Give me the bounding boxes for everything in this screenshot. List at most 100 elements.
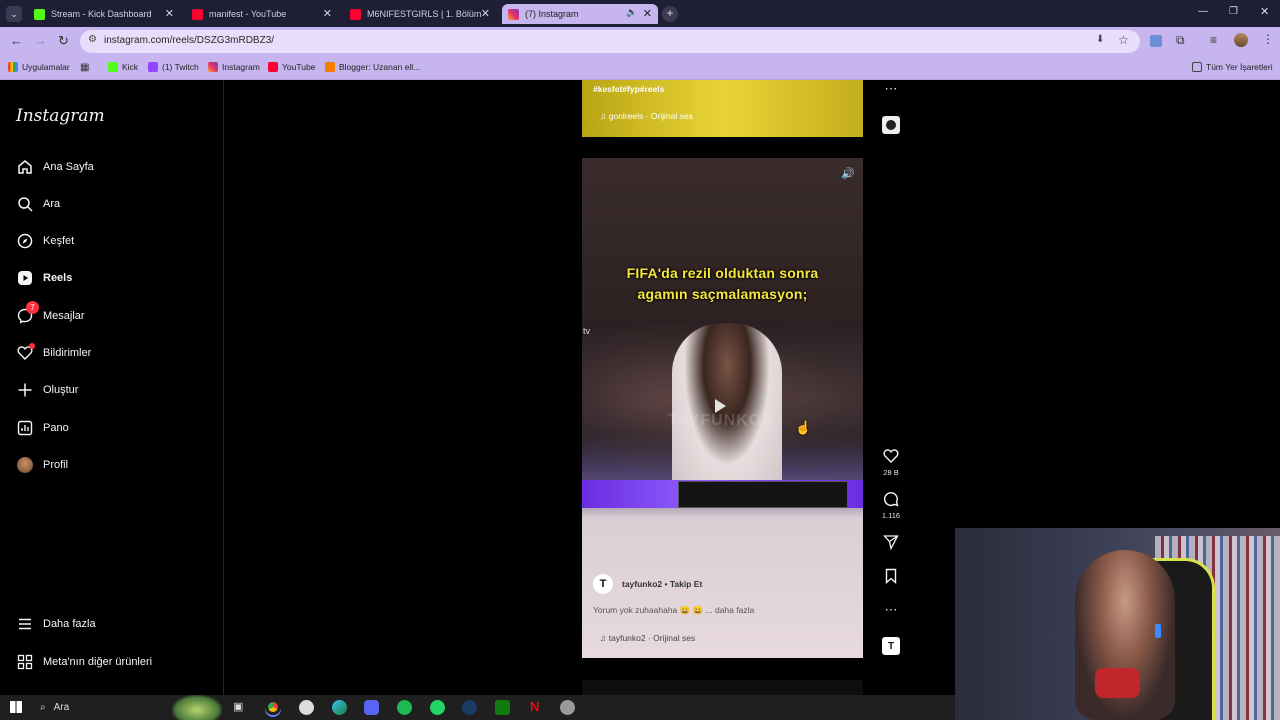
search-highlight-image[interactable] — [172, 695, 222, 720]
hand-cursor-icon: ☝ — [795, 420, 812, 435]
obs-icon[interactable] — [299, 700, 314, 715]
sidebar-item-label: Ana Sayfa — [43, 161, 94, 173]
close-icon[interactable]: ✕ — [165, 7, 174, 20]
tab-youtube-episode[interactable]: M6NIFESTGIRLS | 1. Bölüm - Y ✕ — [344, 4, 496, 24]
settings-icon[interactable] — [560, 700, 575, 715]
grid-icon[interactable]: ▦ — [80, 62, 89, 73]
like-button[interactable] — [882, 447, 900, 465]
sidebar-item-label: Profil — [43, 459, 69, 471]
share-button[interactable] — [882, 533, 900, 551]
sidebar-item-messages[interactable]: 7 Mesajlar — [16, 301, 85, 325]
new-tab-button[interactable]: + — [662, 6, 678, 22]
sidebar-item-dashboard[interactable]: Pano — [16, 419, 69, 437]
bookmark-apps[interactable]: Uygulamalar — [8, 62, 70, 72]
close-icon[interactable]: ✕ — [481, 7, 490, 20]
sidebar-item-label: Reels — [43, 272, 73, 284]
comment-count: 1.116 — [881, 511, 901, 520]
sidebar-item-explore[interactable]: Keşfet — [16, 232, 74, 250]
spotify-icon[interactable] — [397, 700, 412, 715]
chrome-icon[interactable] — [265, 699, 281, 715]
sidebar-item-label: Keşfet — [43, 235, 75, 247]
sidebar-item-create[interactable]: Oluştur — [16, 381, 78, 399]
tab-instagram[interactable]: (7) Instagram 🔈 ✕ — [502, 4, 658, 24]
menu-kebab-icon[interactable]: ⋮ — [1262, 32, 1274, 46]
follow-button[interactable]: Takip Et — [670, 579, 702, 589]
hamburger-icon — [16, 615, 34, 633]
sidebar-item-profile[interactable]: Profil — [16, 456, 68, 474]
bookmark-kick[interactable]: Kick — [108, 62, 138, 72]
minimize-button[interactable]: — — [1198, 6, 1208, 17]
tab-groups-icon[interactable]: ≡ — [1210, 33, 1217, 47]
tab-kick[interactable]: Stream - Kick Dashboard ✕ — [28, 4, 180, 24]
sidebar-item-reels[interactable]: Reels — [16, 269, 72, 287]
close-icon[interactable]: ✕ — [323, 7, 332, 20]
save-button[interactable] — [882, 567, 900, 585]
omnibox[interactable]: ⚙ instagram.com/reels/DSZG3mRDBZ3/ ⬇ ☆ — [80, 30, 1140, 53]
task-view-icon[interactable]: ▣ — [233, 700, 243, 713]
tab-search-button[interactable]: ⌄ — [6, 6, 22, 22]
instagram-sidebar: Instagram Ana Sayfa Ara Keşfet Reels 7 M… — [0, 80, 224, 695]
profile-avatar[interactable] — [1234, 33, 1248, 47]
reel-video[interactable]: FIFA'da rezil olduktan sonra agamın saçm… — [582, 158, 863, 658]
bookmark-twitch[interactable]: (1) Twitch — [148, 62, 199, 72]
audio-thumbnail[interactable]: T — [882, 637, 900, 655]
extensions-icon[interactable]: ⧉ — [1176, 33, 1185, 48]
window-close-button[interactable]: ✕ — [1260, 5, 1269, 18]
bookmark-label: Uygulamalar — [22, 62, 70, 72]
bar-chart-icon — [16, 419, 34, 437]
windows-start-icon[interactable] — [10, 701, 22, 713]
install-app-icon[interactable]: ⬇ — [1096, 34, 1104, 45]
site-info-icon[interactable]: ⚙ — [88, 34, 97, 45]
whatsapp-icon[interactable] — [430, 700, 445, 715]
audio-thumbnail[interactable] — [882, 116, 900, 134]
translate-icon[interactable] — [1150, 35, 1162, 47]
edge-icon[interactable] — [332, 700, 347, 715]
next-reel[interactable] — [582, 680, 863, 695]
bookmark-blogger[interactable]: Blogger: Uzanan ell... — [325, 62, 420, 72]
bookmark-instagram[interactable]: Instagram — [208, 62, 260, 72]
tab-youtube-manifest[interactable]: manifest - YouTube ✕ — [186, 4, 338, 24]
bookmark-label: (1) Twitch — [162, 62, 199, 72]
discord-icon[interactable] — [364, 700, 379, 715]
steam-icon[interactable] — [462, 700, 477, 715]
url-text[interactable]: instagram.com/reels/DSZG3mRDBZ3/ — [104, 35, 274, 46]
reel-description[interactable]: Yorum yok zuhaahaha 😄 😄 ... daha fazla — [593, 605, 754, 616]
sidebar-item-label: Oluştur — [43, 384, 79, 396]
comment-button[interactable] — [882, 490, 900, 508]
reel-audio[interactable]: ♫ gonlreels · Orijinal ses — [600, 111, 693, 121]
notification-dot — [29, 343, 35, 349]
more-options-icon[interactable]: ⋯ — [882, 80, 900, 98]
reel-audio[interactable]: ♫ tayfunko2 · Orijinal ses — [600, 633, 695, 643]
forward-button[interactable]: → — [34, 33, 47, 48]
back-button[interactable]: ← — [10, 33, 23, 48]
speaker-muted-icon[interactable]: 🔈 — [626, 7, 637, 18]
sidebar-item-home[interactable]: Ana Sayfa — [16, 158, 94, 176]
desk-monitor — [678, 481, 848, 508]
close-icon[interactable]: ✕ — [643, 7, 652, 20]
volume-icon[interactable]: 🔊 — [841, 167, 855, 180]
author-username[interactable]: tayfunko2 — [622, 579, 662, 589]
sidebar-item-meta[interactable]: Meta'nın diğer ürünleri — [16, 653, 152, 671]
all-bookmarks[interactable]: Tüm Yer İşaretleri — [1192, 62, 1273, 72]
plus-icon — [16, 381, 34, 399]
netflix-icon[interactable]: N — [530, 699, 539, 714]
like-count: 28 B — [883, 468, 899, 477]
xbox-icon[interactable] — [495, 700, 510, 715]
play-icon[interactable] — [715, 399, 726, 413]
instagram-logo[interactable]: Instagram — [16, 106, 105, 126]
bookmark-youtube[interactable]: YouTube — [268, 62, 315, 72]
webcam-overlay — [955, 528, 1280, 720]
more-options-icon[interactable]: ⋯ — [882, 601, 900, 619]
bookmark-star-icon[interactable]: ☆ — [1118, 33, 1129, 47]
sidebar-item-more[interactable]: Daha fazla — [16, 615, 96, 633]
taskbar-search[interactable]: ⌕ Ara — [34, 698, 164, 717]
tab-title: Stream - Kick Dashboard — [51, 9, 152, 19]
previous-reel[interactable]: #kesfet#fyp#reels ♫ gonlreels · Orijinal… — [582, 80, 863, 137]
reload-button[interactable]: ↻ — [58, 33, 69, 49]
sidebar-item-label: Ara — [43, 198, 61, 210]
reel-hashtags[interactable]: #kesfet#fyp#reels — [593, 84, 664, 94]
author-avatar[interactable]: T — [593, 574, 613, 594]
restore-button[interactable]: ❐ — [1229, 6, 1238, 17]
sidebar-item-notifications[interactable]: Bildirimler — [16, 343, 91, 362]
sidebar-item-search[interactable]: Ara — [16, 195, 60, 213]
